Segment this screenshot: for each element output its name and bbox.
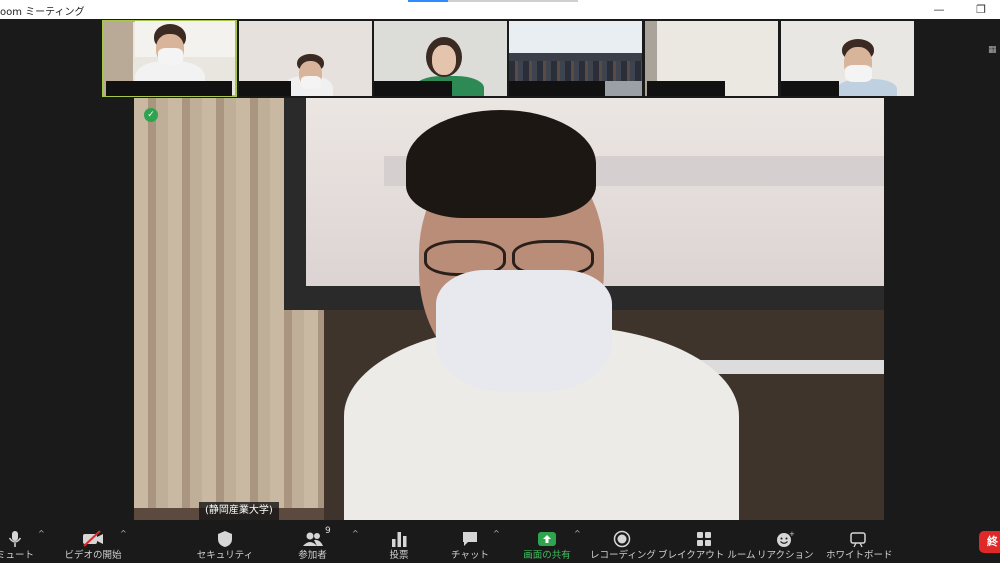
participants-label: 参加者 bbox=[298, 550, 327, 561]
participant-thumbnail[interactable] bbox=[374, 21, 507, 96]
participant-thumbnail[interactable] bbox=[645, 21, 778, 96]
chat-button[interactable]: チャット bbox=[445, 520, 495, 563]
security-label: セキュリティ bbox=[196, 550, 254, 561]
grid-icon bbox=[697, 532, 711, 546]
chat-chevron-up-icon[interactable]: ^ bbox=[493, 529, 503, 539]
face-mask bbox=[301, 76, 321, 89]
main-video-view: ✓ (静岡産業大学) bbox=[134, 98, 884, 520]
reactions-button[interactable]: + リアクション bbox=[757, 520, 814, 563]
share-options-chevron-up-icon[interactable]: ^ bbox=[574, 529, 584, 539]
audience bbox=[509, 61, 642, 81]
face-mask bbox=[845, 65, 872, 82]
chat-bubble-icon bbox=[463, 532, 477, 546]
breakout-rooms-label: ブレイクアウト ルーム bbox=[658, 550, 756, 561]
restore-button[interactable]: ❐ bbox=[966, 0, 996, 19]
speaker-name-label: (静岡産業大学) bbox=[199, 502, 279, 520]
breakout-rooms-button[interactable]: ブレイクアウト ルーム bbox=[658, 520, 756, 563]
name-bar bbox=[509, 81, 605, 96]
face bbox=[432, 45, 456, 75]
recording-button[interactable]: レコーディング bbox=[590, 520, 656, 563]
speaker-hair bbox=[406, 110, 596, 218]
face-mask bbox=[158, 48, 183, 65]
bar-chart-icon bbox=[392, 532, 407, 547]
mute-label: ミュート bbox=[0, 550, 34, 561]
name-bar bbox=[106, 81, 232, 96]
participants-button[interactable]: 参加者 bbox=[285, 520, 340, 563]
speaker-face-mask bbox=[436, 270, 612, 392]
mute-button[interactable]: ミュート bbox=[0, 520, 40, 563]
participant-thumbnail-strip: ▦ bbox=[0, 19, 1000, 98]
name-bar bbox=[647, 81, 725, 96]
video-options-chevron-up-icon[interactable]: ^ bbox=[120, 529, 130, 539]
whiteboard-label: ホワイトボード bbox=[826, 550, 893, 561]
audio-options-chevron-up-icon[interactable]: ^ bbox=[38, 529, 48, 539]
emoji-icon: + bbox=[776, 530, 795, 547]
record-icon bbox=[613, 530, 631, 548]
minimize-button[interactable]: — bbox=[924, 0, 954, 19]
security-button[interactable]: セキュリティ bbox=[195, 520, 255, 563]
name-bar bbox=[374, 81, 452, 96]
whiteboard-rail bbox=[694, 360, 884, 374]
whiteboard-button[interactable]: ホワイトボード bbox=[826, 520, 893, 563]
participants-chevron-up-icon[interactable]: ^ bbox=[352, 529, 362, 539]
tab-indicator bbox=[448, 0, 578, 2]
people-icon bbox=[302, 532, 323, 546]
tab-indicator-active bbox=[408, 0, 448, 2]
reactions-label: リアクション bbox=[757, 550, 814, 561]
participant-thumbnail[interactable] bbox=[509, 21, 642, 96]
shield-icon bbox=[218, 531, 232, 547]
video-off-icon bbox=[83, 530, 103, 547]
polls-button[interactable]: 投票 bbox=[375, 520, 423, 563]
gallery-view-icon[interactable]: ▦ bbox=[988, 45, 998, 55]
share-screen-button[interactable]: 画面の共有 bbox=[515, 520, 579, 563]
meeting-toolbar: ミュート ^ ビデオの開始 ^ セキュリティ 参加者 9 ^ 投票 チャット ^… bbox=[0, 520, 1000, 563]
share-screen-icon bbox=[538, 532, 556, 546]
end-meeting-button[interactable]: 終 bbox=[979, 531, 1000, 553]
name-bar bbox=[781, 81, 839, 96]
polls-label: 投票 bbox=[389, 550, 409, 561]
participant-count-badge: 9 bbox=[325, 526, 331, 536]
participant-thumbnail[interactable] bbox=[102, 20, 237, 97]
start-video-button[interactable]: ビデオの開始 bbox=[62, 520, 124, 563]
window-title: oom ミーティング bbox=[0, 7, 85, 18]
encryption-shield-icon[interactable]: ✓ bbox=[144, 108, 158, 122]
chat-label: チャット bbox=[451, 550, 489, 561]
start-video-label: ビデオの開始 bbox=[64, 550, 122, 561]
recording-label: レコーディング bbox=[590, 550, 656, 561]
share-screen-label: 画面の共有 bbox=[523, 550, 571, 561]
whiteboard-icon bbox=[850, 532, 866, 548]
participant-thumbnail[interactable] bbox=[239, 21, 372, 96]
participant-thumbnail[interactable] bbox=[781, 21, 914, 96]
name-bar bbox=[239, 81, 291, 96]
microphone-icon bbox=[8, 531, 22, 547]
window-titlebar: oom ミーティング — ❐ bbox=[0, 0, 1000, 19]
svg-text:+: + bbox=[789, 530, 795, 538]
